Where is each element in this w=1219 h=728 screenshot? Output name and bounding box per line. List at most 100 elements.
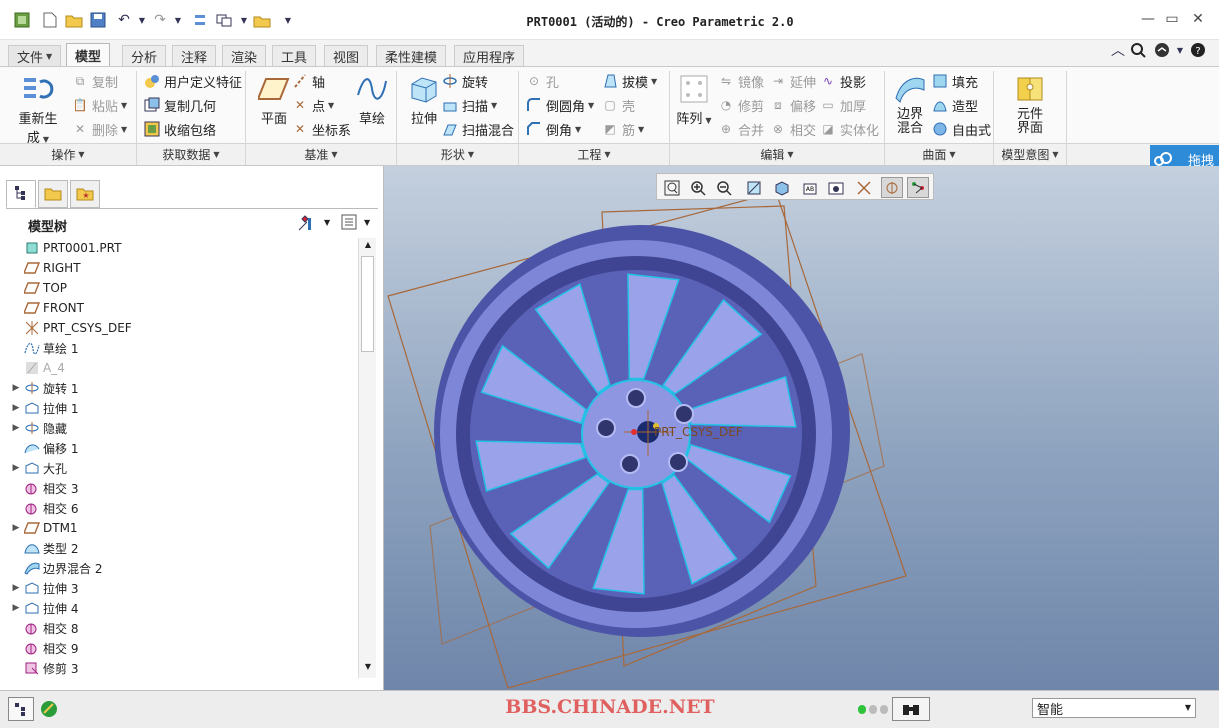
solidify-button[interactable]: ◪ 实体化	[820, 119, 879, 139]
shrinkwrap-button[interactable]: 收缩包络	[144, 119, 216, 139]
tree-item[interactable]: ▶ 旋转 1	[10, 378, 79, 398]
group-editing[interactable]: 编辑 ▼	[670, 143, 884, 165]
minimize-icon[interactable]: —	[1138, 10, 1158, 28]
axis-button[interactable]: 轴	[292, 71, 325, 91]
tree-item[interactable]: 相交 9	[10, 638, 78, 658]
tab-analysis[interactable]: 分析	[122, 45, 167, 66]
tree-item[interactable]: ▶ 大孔	[10, 458, 67, 478]
tab-render[interactable]: 渲染	[222, 45, 267, 66]
redo-icon[interactable]: ↷	[150, 10, 170, 30]
merge-button[interactable]: ⊕ 合并	[718, 119, 764, 139]
community-dropdown-icon[interactable]: ▼	[1170, 40, 1190, 60]
pattern-button[interactable]: 阵列 ▼	[670, 71, 718, 137]
tree-item[interactable]: 修剪 3	[10, 658, 78, 678]
regenerate-small-icon[interactable]	[190, 10, 210, 30]
browser-toggle-icon[interactable]	[36, 697, 62, 721]
tree-item[interactable]: ▶ 拉伸 3	[10, 578, 79, 598]
sketch-button[interactable]: 草绘	[348, 71, 396, 137]
save-icon[interactable]	[88, 10, 108, 30]
tab-model[interactable]: 模型	[66, 43, 111, 67]
scroll-down-icon[interactable]: ▼	[361, 662, 375, 676]
extend-button[interactable]: ⇥ 延伸	[770, 71, 816, 91]
swept-blend-button[interactable]: 扫描混合	[442, 119, 514, 139]
paste-button[interactable]: 📋 粘贴 ▼	[72, 95, 128, 115]
search-icon[interactable]	[1128, 40, 1148, 60]
tab-favorites[interactable]: ★	[70, 180, 100, 208]
component-interface-button[interactable]: 元件界面	[1006, 71, 1054, 137]
close-icon[interactable]: ✕	[1188, 10, 1208, 28]
hole-button[interactable]: ⊙ 孔	[526, 71, 559, 91]
tree-item[interactable]: A_4	[10, 358, 65, 378]
tree-settings-dropdown-icon[interactable]: ▼	[324, 218, 330, 227]
rib-button[interactable]: ◩ 筋 ▼	[602, 119, 644, 139]
show-navigator-icon[interactable]	[8, 697, 34, 721]
expand-arrow-icon[interactable]: ▶	[10, 403, 22, 413]
expand-arrow-icon[interactable]: ▶	[10, 423, 22, 433]
help-icon[interactable]: ?	[1188, 40, 1208, 60]
group-surfaces[interactable]: 曲面 ▼	[885, 143, 993, 165]
chamfer-button[interactable]: 倒角 ▼	[526, 119, 581, 139]
tab-tools[interactable]: 工具	[272, 45, 317, 66]
revolve-button[interactable]: 旋转	[442, 71, 488, 91]
tab-view[interactable]: 视图	[324, 45, 369, 66]
new-file-icon[interactable]	[40, 10, 60, 30]
customize-toolbar-icon[interactable]: ▼	[278, 10, 298, 30]
copy-geometry-button[interactable]: 复制几何	[144, 95, 216, 115]
expand-arrow-icon[interactable]: ▶	[10, 383, 22, 393]
tab-flexible-modeling[interactable]: 柔性建模	[376, 45, 447, 66]
boundary-blend-button[interactable]: 边界混合	[886, 71, 934, 137]
offset-button[interactable]: ⧈ 偏移	[770, 95, 816, 115]
group-model-intent[interactable]: 模型意图 ▼	[994, 143, 1066, 165]
model-tree-scrollbar[interactable]: ▲ ▼	[358, 238, 376, 678]
repaint-icon[interactable]	[743, 177, 765, 198]
tree-item[interactable]: PRT_CSYS_DEF	[10, 318, 132, 338]
mirror-button[interactable]: ⇋ 镜像	[718, 71, 764, 91]
windows-dropdown-icon[interactable]: ▼	[234, 10, 254, 30]
maximize-icon[interactable]: ▭	[1162, 10, 1182, 28]
minimize-ribbon-icon[interactable]: ︿	[1108, 40, 1128, 60]
round-button[interactable]: 倒圆角 ▼	[526, 95, 594, 115]
tree-item[interactable]: RIGHT	[10, 258, 81, 278]
tree-item[interactable]: PRT0001.PRT	[10, 238, 121, 258]
expand-arrow-icon[interactable]: ▶	[10, 583, 22, 593]
group-engineering[interactable]: 工程 ▼	[519, 143, 669, 165]
freestyle-button[interactable]: 自由式	[932, 119, 991, 139]
tree-item[interactable]: 相交 6	[10, 498, 78, 518]
tree-item[interactable]: 相交 8	[10, 618, 78, 638]
copy-button[interactable]: ⧉ 复制	[72, 71, 118, 91]
graphics-area[interactable]: PRT_CSYS_DEF	[384, 166, 1219, 690]
open-folder-icon[interactable]	[64, 10, 84, 30]
tree-show-dropdown-icon[interactable]: ▼	[364, 218, 370, 227]
undo-icon[interactable]: ↶	[114, 10, 134, 30]
scroll-thumb[interactable]	[361, 256, 374, 352]
tree-item[interactable]: 相交 3	[10, 478, 78, 498]
filter-dropdown-icon[interactable]: ▼	[1185, 703, 1191, 712]
tree-settings-icon[interactable]	[296, 214, 316, 235]
display-style-icon[interactable]	[771, 177, 793, 198]
tab-model-tree[interactable]	[6, 180, 36, 208]
zoom-out-icon[interactable]	[713, 177, 735, 198]
zoom-in-icon[interactable]	[687, 177, 709, 198]
tab-applications[interactable]: 应用程序	[454, 45, 525, 66]
tree-item[interactable]: 边界混合 2	[10, 558, 102, 578]
tab-annotate[interactable]: 注释	[172, 45, 217, 66]
selection-filter-select[interactable]: 智能 ▼	[1032, 698, 1196, 718]
tree-item[interactable]: ▶ 拉伸 4	[10, 598, 79, 618]
udf-button[interactable]: 用户定义特征	[144, 71, 242, 91]
expand-arrow-icon[interactable]: ▶	[10, 463, 22, 473]
tree-show-icon[interactable]	[340, 213, 358, 234]
shell-button[interactable]: ▢ 壳	[602, 95, 635, 115]
intersect-button[interactable]: ⊗ 相交	[770, 119, 816, 139]
tree-item[interactable]: 偏移 1	[10, 438, 78, 458]
plane-button[interactable]: 平面	[250, 71, 298, 137]
group-operations[interactable]: 操作 ▼	[0, 143, 136, 165]
tree-item[interactable]: 类型 2	[10, 538, 78, 558]
group-shapes[interactable]: 形状 ▼	[397, 143, 518, 165]
tree-item[interactable]: ▶ 隐藏	[10, 418, 67, 438]
datum-display-icon[interactable]	[853, 177, 875, 198]
tab-folder-browser[interactable]	[38, 180, 68, 208]
fill-button[interactable]: 填充	[932, 71, 978, 91]
tree-item[interactable]: ▶ 拉伸 1	[10, 398, 79, 418]
tree-item[interactable]: ▶ DTM1	[10, 518, 78, 538]
app-icon[interactable]	[12, 10, 32, 30]
